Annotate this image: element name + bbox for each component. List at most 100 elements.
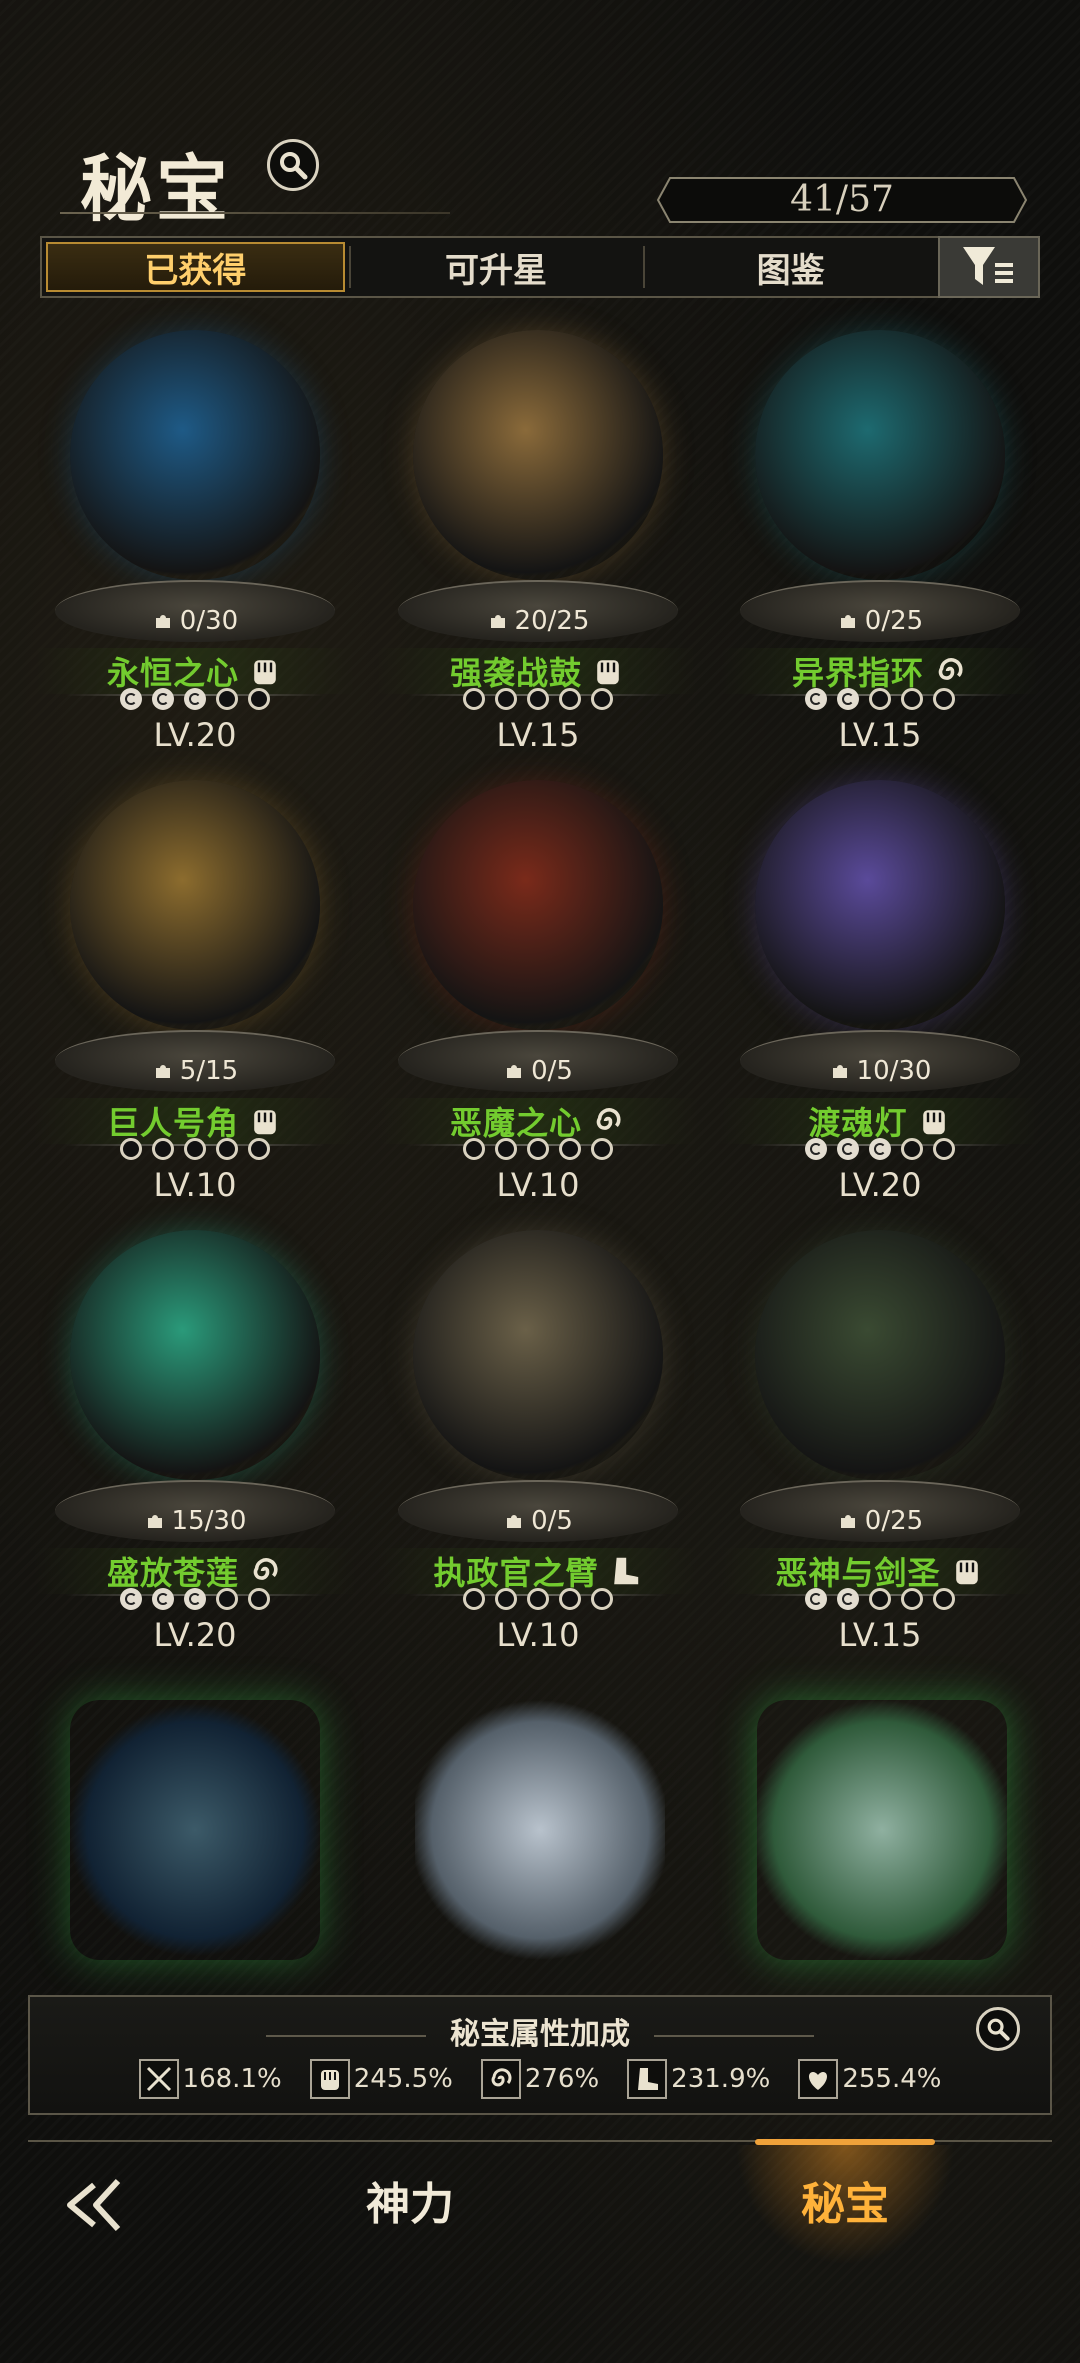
collection-counter: 41/57 <box>656 176 1028 224</box>
star-empty-icon <box>248 688 270 710</box>
fragment-text: 20/25 <box>514 606 590 636</box>
bonus-panel: 秘宝属性加成 168.1% 245.5% 276% 231.9% 255.4% <box>28 1995 1052 2115</box>
bonus-stat: 255.4% <box>798 2059 941 2099</box>
treasure-art-partial[interactable] <box>70 1700 320 1960</box>
fragment-text: 0/5 <box>531 1056 573 1086</box>
treasure-level: LV.20 <box>838 1166 922 1204</box>
star-rating <box>378 1588 698 1610</box>
fist-icon <box>247 1103 283 1139</box>
fragment-text: 0/25 <box>864 606 924 636</box>
bonus-stat-value: 245.5% <box>353 2064 453 2094</box>
fragment-text: 10/30 <box>856 1056 932 1086</box>
fragment-count: 20/25 <box>378 606 698 636</box>
star-filled-icon <box>184 688 206 710</box>
bottom-nav: 神力 秘宝 <box>0 2139 1080 2363</box>
fragment-text: 5/15 <box>179 1056 239 1086</box>
puzzle-icon <box>147 1515 162 1528</box>
swirl-icon <box>932 653 968 689</box>
treasure-art <box>413 1230 663 1480</box>
puzzle-icon <box>507 1065 522 1078</box>
fragment-count: 0/25 <box>720 1506 1040 1536</box>
treasure-card[interactable]: 15/30 盛放苍莲 LV.20 <box>35 1230 355 1670</box>
back-button[interactable] <box>56 2165 136 2245</box>
treasure-card[interactable]: 0/25 恶神与剑圣 LV.15 <box>720 1230 1040 1670</box>
nav-treasure[interactable]: 秘宝 <box>735 2165 955 2245</box>
star-empty-icon <box>248 1588 270 1610</box>
treasure-art-partial[interactable] <box>415 1700 665 1960</box>
puzzle-icon <box>840 615 855 628</box>
star-empty-icon <box>869 688 891 710</box>
boot-icon <box>627 2059 668 2099</box>
treasure-level: LV.20 <box>153 716 237 754</box>
star-filled-icon <box>837 688 859 710</box>
star-empty-icon <box>591 1138 613 1160</box>
nav-power[interactable]: 神力 <box>300 2165 520 2245</box>
page-title-wrap: 秘宝 <box>80 130 232 235</box>
star-empty-icon <box>248 1138 270 1160</box>
treasure-card[interactable]: 0/30 永恒之心 LV.20 <box>35 330 355 770</box>
star-rating <box>720 1138 1040 1160</box>
treasure-card[interactable]: 10/30 渡魂灯 LV.20 <box>720 780 1040 1220</box>
swirl-icon <box>590 1103 626 1139</box>
star-empty-icon <box>463 1588 485 1610</box>
fragment-text: 0/5 <box>531 1506 573 1536</box>
star-filled-icon <box>805 1588 827 1610</box>
bonus-stat: 276% <box>480 2059 599 2099</box>
treasure-level: LV.10 <box>496 1166 580 1204</box>
star-empty-icon <box>527 688 549 710</box>
puzzle-icon <box>490 615 505 628</box>
treasure-card[interactable]: 0/5 恶魔之心 LV.10 <box>378 780 698 1220</box>
star-empty-icon <box>933 1138 955 1160</box>
bonus-stat: 168.1% <box>138 2059 282 2099</box>
bonus-stat-value: 231.9% <box>671 2064 771 2094</box>
star-rating <box>720 688 1040 710</box>
treasure-art <box>755 1230 1005 1480</box>
swirl-icon <box>247 1553 283 1589</box>
fragment-text: 0/25 <box>864 1506 924 1536</box>
star-empty-icon <box>216 1138 238 1160</box>
fist-icon <box>247 653 283 689</box>
fist-icon <box>916 1103 952 1139</box>
fist-icon <box>590 653 626 689</box>
page-title: 秘宝 <box>80 146 233 231</box>
fragment-count: 5/15 <box>35 1056 355 1086</box>
star-empty-icon <box>495 688 517 710</box>
star-filled-icon <box>152 1588 174 1610</box>
star-empty-icon <box>463 1138 485 1160</box>
fragment-text: 0/30 <box>179 606 239 636</box>
star-empty-icon <box>901 1138 923 1160</box>
puzzle-icon <box>155 1065 170 1078</box>
back-arrow-icon <box>67 2178 121 2232</box>
treasure-level: LV.15 <box>496 716 580 754</box>
fragment-text: 15/30 <box>171 1506 247 1536</box>
tab-codex[interactable]: 图鉴 <box>643 238 938 296</box>
star-empty-icon <box>527 1588 549 1610</box>
star-rating <box>35 1588 355 1610</box>
bonus-stat-value: 168.1% <box>182 2064 282 2094</box>
star-empty-icon <box>933 688 955 710</box>
treasure-art <box>755 330 1005 580</box>
star-empty-icon <box>869 1588 891 1610</box>
treasure-art <box>70 330 320 580</box>
tab-upgradable[interactable]: 可升星 <box>348 238 644 296</box>
treasure-art-partial[interactable] <box>757 1700 1007 1960</box>
treasure-card[interactable]: 20/25 强袭战鼓 LV.15 <box>378 330 698 770</box>
counter-text: 41/57 <box>790 179 894 220</box>
star-empty-icon <box>559 1138 581 1160</box>
puzzle-icon <box>840 1515 855 1528</box>
treasure-card[interactable]: 0/25 异界指环 LV.15 <box>720 330 1040 770</box>
star-empty-icon <box>901 688 923 710</box>
bonus-stats: 168.1% 245.5% 276% 231.9% 255.4% <box>30 2059 1050 2099</box>
tab-obtained[interactable]: 已获得 <box>46 242 345 292</box>
star-empty-icon <box>591 688 613 710</box>
star-filled-icon <box>152 688 174 710</box>
bonus-search-button[interactable] <box>976 2007 1020 2051</box>
filter-button[interactable] <box>938 236 1040 298</box>
search-button[interactable] <box>267 139 319 191</box>
search-icon <box>987 2018 1010 2041</box>
search-icon <box>280 152 308 180</box>
treasure-card[interactable]: 0/5 执政官之臂 LV.10 <box>378 1230 698 1670</box>
star-filled-icon <box>120 1588 142 1610</box>
star-rating <box>35 1138 355 1160</box>
treasure-card[interactable]: 5/15 巨人号角 LV.10 <box>35 780 355 1220</box>
